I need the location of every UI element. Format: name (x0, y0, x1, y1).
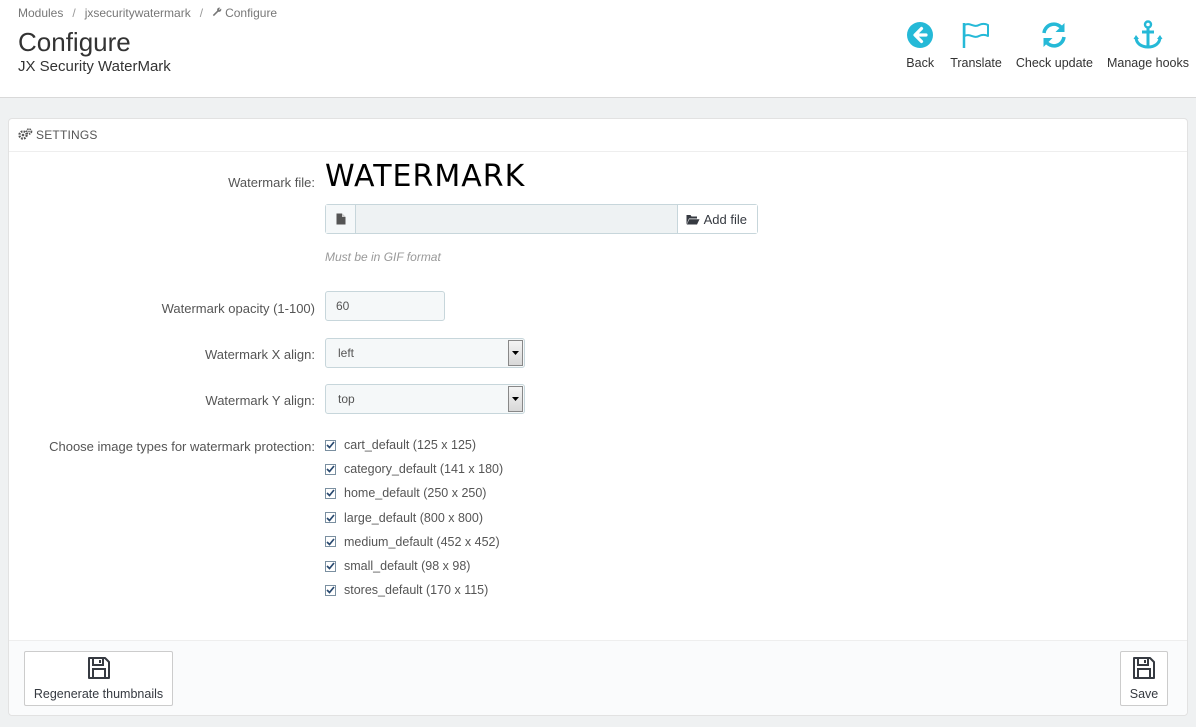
opacity-label: Watermark opacity (1-100) (161, 301, 315, 316)
file-path-field[interactable] (356, 205, 677, 233)
save-label: Save (1129, 687, 1159, 701)
file-icon (326, 205, 356, 233)
checkbox-checked-icon[interactable] (325, 512, 336, 524)
checkbox-checked-icon[interactable] (325, 487, 336, 499)
image-type-option[interactable]: home_default (250 x 250) (325, 481, 503, 505)
folder-open-icon (686, 214, 700, 225)
image-type-label: large_default (800 x 800) (344, 510, 483, 525)
image-type-option[interactable]: stores_default (170 x 115) (325, 578, 503, 602)
image-type-option[interactable]: medium_default (452 x 452) (325, 530, 503, 554)
image-type-option[interactable]: cart_default (125 x 125) (325, 433, 503, 457)
checkbox-checked-icon[interactable] (325, 584, 336, 596)
watermark-file-input: Add file (325, 204, 758, 234)
panel-title: SETTINGS (36, 128, 98, 142)
image-type-option[interactable]: small_default (98 x 98) (325, 554, 503, 578)
file-format-help: Must be in GIF format (325, 250, 441, 264)
check-update-label: Check update (1015, 56, 1093, 70)
save-button[interactable]: Save (1120, 651, 1168, 706)
checkbox-checked-icon[interactable] (325, 536, 336, 548)
breadcrumb: Modules / jxsecuritywatermark / Configur… (18, 6, 277, 20)
image-type-label: stores_default (170 x 115) (344, 583, 489, 598)
breadcrumb-module-name[interactable]: jxsecuritywatermark (85, 6, 191, 20)
image-type-label: category_default (141 x 180) (344, 462, 504, 477)
y-align-label: Watermark Y align: (205, 393, 315, 408)
image-type-option[interactable]: category_default (141 x 180) (325, 457, 503, 481)
opacity-input[interactable] (325, 291, 445, 321)
chevron-down-icon (508, 386, 523, 412)
refresh-icon (1038, 18, 1070, 52)
panel-heading: SETTINGS (9, 119, 1187, 152)
regenerate-thumbnails-button[interactable]: Regenerate thumbnails (24, 651, 173, 706)
watermark-file-label: Watermark file: (228, 175, 315, 190)
add-file-label: Add file (703, 211, 747, 227)
x-align-label: Watermark X align: (204, 347, 315, 362)
manage-hooks-label: Manage hooks (1106, 56, 1189, 70)
panel-footer: Regenerate thumbnails Save (9, 640, 1187, 715)
translate-button[interactable]: Translate (943, 18, 1009, 70)
regenerate-thumbnails-label: Regenerate thumbnails (33, 687, 164, 701)
settings-panel: SETTINGS Watermark file: WATERMARK Add f… (8, 118, 1188, 716)
breadcrumb-separator: / (199, 6, 204, 20)
checkbox-checked-icon[interactable] (325, 439, 336, 451)
watermark-preview-image: WATERMARK (325, 159, 526, 194)
wrench-icon (212, 6, 222, 20)
floppy-disk-icon (1132, 656, 1156, 683)
back-button[interactable]: Back (897, 18, 943, 70)
x-align-value: left (338, 346, 355, 360)
add-file-button[interactable]: Add file (676, 205, 757, 233)
breadcrumb-separator: / (72, 6, 76, 20)
image-type-label: medium_default (452 x 452) (344, 534, 500, 549)
breadcrumb-modules[interactable]: Modules (18, 6, 63, 20)
cogs-icon (18, 127, 33, 143)
checkbox-checked-icon[interactable] (325, 560, 336, 572)
image-type-option[interactable]: large_default (800 x 800) (325, 506, 503, 530)
page-header: Modules / jxsecuritywatermark / Configur… (0, 0, 1196, 98)
anchor-icon (1132, 18, 1164, 52)
x-align-select[interactable]: left (325, 338, 525, 368)
chevron-down-icon (508, 340, 523, 366)
check-update-button[interactable]: Check update (1009, 18, 1100, 70)
checkbox-checked-icon[interactable] (325, 463, 336, 475)
page-subtitle: JX Security WaterMark (18, 58, 171, 75)
page-title: Configure (18, 27, 131, 57)
image-type-label: cart_default (125 x 125) (344, 438, 477, 453)
breadcrumb-current: Configure (225, 6, 278, 20)
arrow-circle-left-icon (904, 18, 936, 52)
manage-hooks-button[interactable]: Manage hooks (1100, 18, 1196, 70)
image-types-label: Choose image types for watermark protect… (49, 439, 315, 454)
translate-label: Translate (950, 56, 1002, 70)
back-label: Back (906, 56, 935, 70)
toolbar: Back Translate Check update Manage hooks (897, 18, 1196, 70)
y-align-select[interactable]: top (325, 384, 525, 414)
y-align-value: top (338, 392, 355, 406)
floppy-disk-icon (87, 656, 111, 683)
image-type-label: small_default (98 x 98) (344, 559, 471, 574)
flag-icon (960, 18, 992, 52)
image-type-label: home_default (250 x 250) (344, 486, 487, 501)
image-types-list: cart_default (125 x 125) category_defaul… (325, 433, 503, 602)
